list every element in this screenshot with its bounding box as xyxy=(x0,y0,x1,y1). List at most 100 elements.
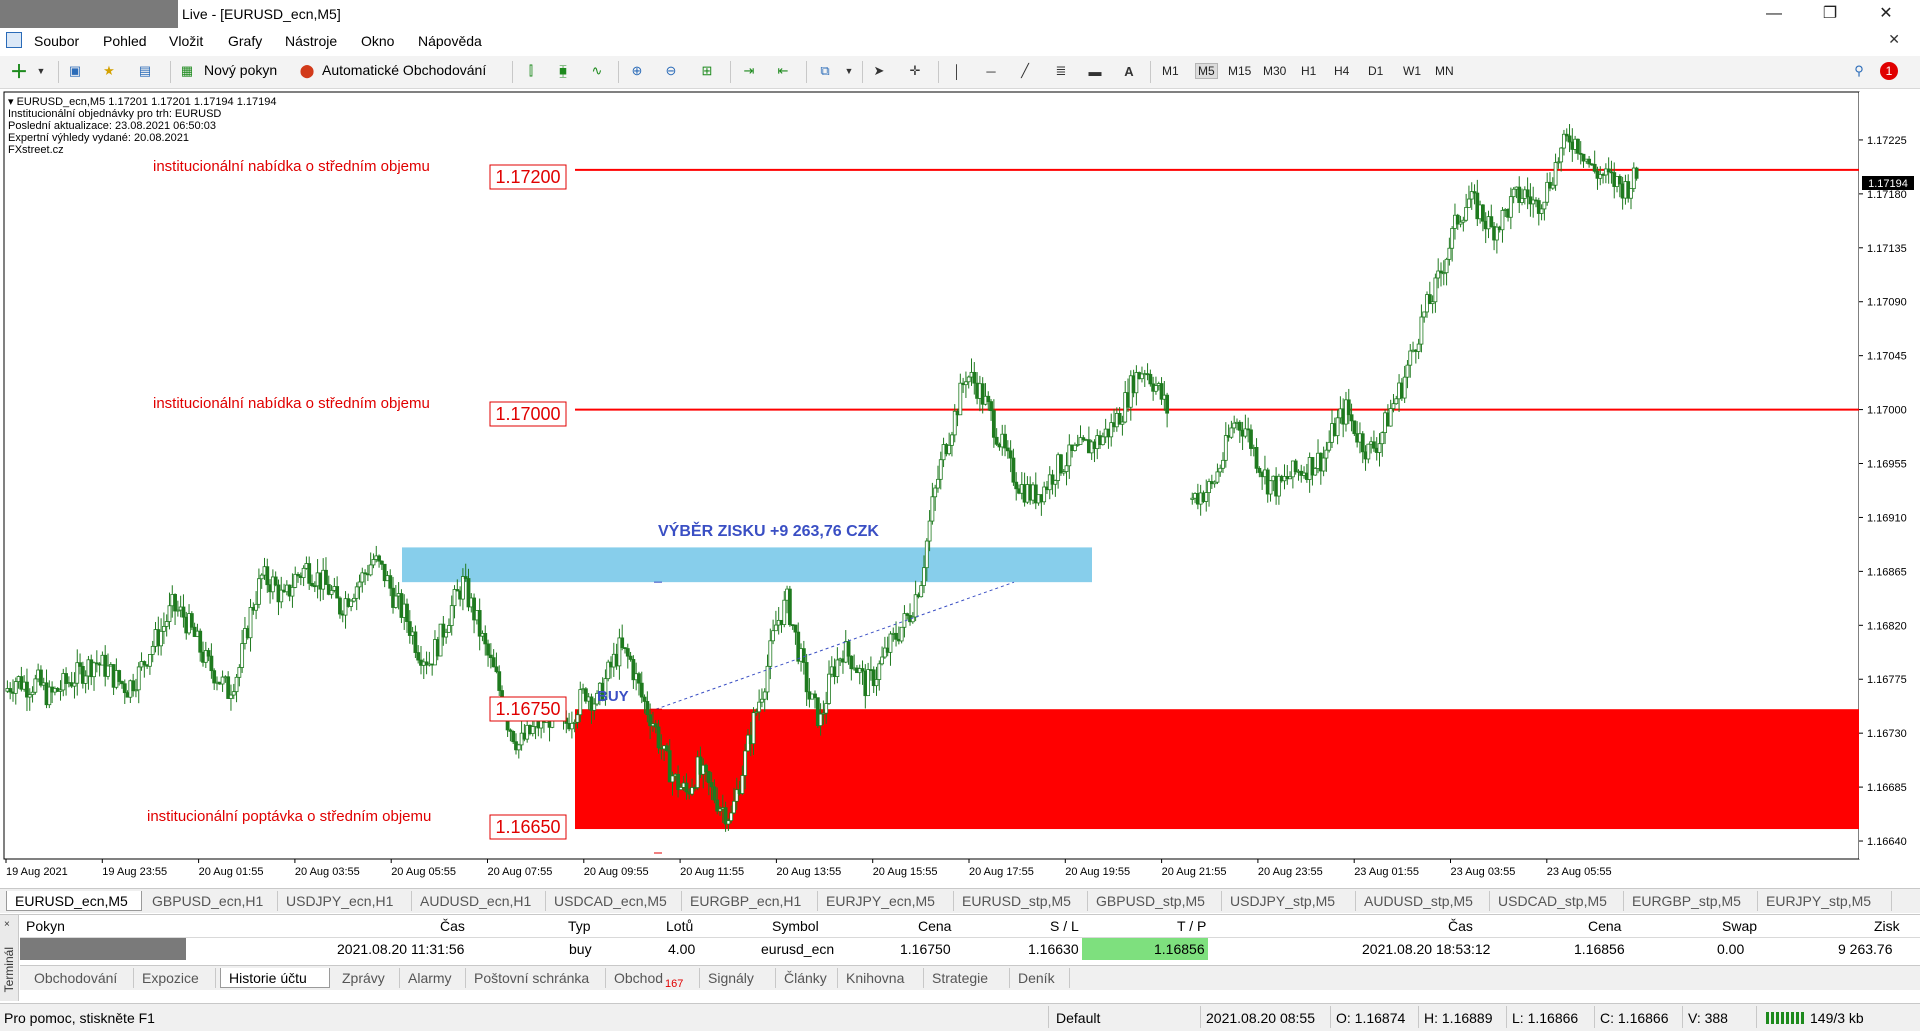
timeframe-h4[interactable]: H4 xyxy=(1334,64,1349,78)
collapse-triangle-icon[interactable]: ▾ xyxy=(8,96,17,108)
timeframe-m1[interactable]: M1 xyxy=(1162,64,1179,78)
tab-account-history[interactable]: Historie účtu xyxy=(220,968,330,988)
price-chart[interactable]: 1.17225 1.17180 1.17135 1.17090 1.17045 1.170… xyxy=(0,89,1920,885)
tab-journal[interactable]: Deník xyxy=(1010,968,1070,988)
chart-tab[interactable]: EURGBP_ecn,H1 xyxy=(682,891,818,911)
col-profit[interactable]: Zisk xyxy=(1874,918,1900,934)
col-time[interactable]: Čas xyxy=(440,918,465,934)
menu-file[interactable]: Soubor xyxy=(34,33,79,49)
col-lots[interactable]: Lotů xyxy=(666,918,693,934)
timeframe-m15[interactable]: M15 xyxy=(1228,64,1251,78)
candle-body xyxy=(1352,420,1357,435)
tab-signals[interactable]: Signály xyxy=(700,968,776,988)
horizontal-line-icon[interactable]: ─ xyxy=(980,60,1002,82)
menubar-close-icon[interactable]: ✕ xyxy=(1888,31,1900,48)
trendline-icon[interactable]: ╱ xyxy=(1014,60,1036,82)
menu-window[interactable]: Okno xyxy=(361,33,394,49)
chart-tab[interactable]: USDJPY_stp,M5 xyxy=(1222,891,1356,911)
notifications-icon[interactable]: 1 xyxy=(1878,60,1900,82)
market-watch-icon[interactable]: ▣ xyxy=(64,60,86,82)
menu-tools[interactable]: Nástroje xyxy=(285,33,337,49)
chart-tab[interactable]: AUDUSD_ecn,H1 xyxy=(412,891,546,911)
chart-tab[interactable]: GBPUSD_ecn,H1 xyxy=(144,891,278,911)
tab-articles[interactable]: Články xyxy=(776,968,838,988)
auto-scroll-icon[interactable]: ⇥ xyxy=(738,60,760,82)
col-close-time[interactable]: Čas xyxy=(1448,918,1473,934)
indicators-icon[interactable]: ⧉ xyxy=(814,60,836,82)
cursor-icon[interactable]: ➤ xyxy=(868,60,890,82)
timeframe-w1[interactable]: W1 xyxy=(1403,64,1421,78)
tab-trade[interactable]: Obchodování xyxy=(26,968,134,988)
new-chart-dropdown-icon[interactable]: ▼ xyxy=(30,60,52,82)
col-order[interactable]: Pokyn xyxy=(26,918,65,934)
restore-button[interactable]: ❐ xyxy=(1807,2,1853,26)
favorites-icon[interactable]: ★ xyxy=(98,60,120,82)
tab-mailbox[interactable]: Poštovní schránka xyxy=(466,968,606,988)
crosshair-icon[interactable]: ✛ xyxy=(904,60,926,82)
candlestick-icon[interactable]: ⧯ xyxy=(552,60,574,82)
chart-tab[interactable]: GBPUSD_stp,M5 xyxy=(1088,891,1222,911)
candle-body xyxy=(1559,147,1564,163)
menu-insert[interactable]: Vložit xyxy=(169,33,203,49)
col-tp[interactable]: T / P xyxy=(1177,918,1206,934)
chart-tab[interactable]: EURGBP_stp,M5 xyxy=(1624,891,1758,911)
new-chart-icon[interactable]: ＋ xyxy=(8,60,30,82)
chart-tab[interactable]: USDCAD_stp,M5 xyxy=(1490,891,1624,911)
shapes-icon[interactable]: ▬ xyxy=(1084,60,1106,82)
tab-alerts[interactable]: Alarmy xyxy=(400,968,466,988)
chart-tab[interactable]: AUDUSD_stp,M5 xyxy=(1356,891,1490,911)
candle-body xyxy=(13,681,18,694)
tile-windows-icon[interactable]: ⊞ xyxy=(696,60,718,82)
search-icon[interactable]: ⚲ xyxy=(1848,60,1870,82)
timeframe-d1[interactable]: D1 xyxy=(1368,64,1383,78)
new-order-button[interactable]: Nový pokyn xyxy=(204,62,277,78)
minimize-button[interactable]: — xyxy=(1751,2,1797,26)
close-button[interactable]: ✕ xyxy=(1863,2,1909,26)
bar-chart-icon[interactable]: ⫿ xyxy=(520,60,542,82)
table-row[interactable]: 2021.08.20 11:31:56 buy 4.00 eurusd_ecn … xyxy=(20,938,1920,960)
app-icon[interactable] xyxy=(6,32,22,48)
zoom-out-icon[interactable]: ⊖ xyxy=(660,60,682,82)
new-order-icon[interactable]: ▦ xyxy=(176,60,198,82)
tab-library[interactable]: Knihovna xyxy=(838,968,924,988)
chart-tab[interactable]: EURJPY_stp,M5 xyxy=(1758,891,1892,911)
chart-tab[interactable]: USDJPY_ecn,H1 xyxy=(278,891,412,911)
col-symbol[interactable]: Symbol xyxy=(772,918,819,934)
timeframe-mn[interactable]: MN xyxy=(1435,64,1454,78)
chart-tab[interactable]: USDCAD_ecn,M5 xyxy=(546,891,682,911)
menu-help[interactable]: Nápověda xyxy=(418,33,482,49)
zoom-in-icon[interactable]: ⊕ xyxy=(626,60,648,82)
tab-news[interactable]: Zprávy xyxy=(334,968,400,988)
tab-exposure[interactable]: Expozice xyxy=(134,968,216,988)
timeframe-m30[interactable]: M30 xyxy=(1263,64,1286,78)
menu-charts[interactable]: Grafy xyxy=(228,33,262,49)
timeframe-h1[interactable]: H1 xyxy=(1301,64,1316,78)
col-sl[interactable]: S / L xyxy=(1050,918,1079,934)
chart-shift-icon[interactable]: ⇤ xyxy=(772,60,794,82)
indicators-dropdown-icon[interactable]: ▼ xyxy=(838,60,860,82)
col-price[interactable]: Cena xyxy=(918,918,951,934)
col-swap[interactable]: Swap xyxy=(1722,918,1757,934)
vertical-line-icon[interactable]: │ xyxy=(946,60,968,82)
auto-trading-icon[interactable]: ⬤ xyxy=(296,60,318,82)
channel-icon[interactable]: ≣ xyxy=(1050,60,1072,82)
col-type[interactable]: Typ xyxy=(568,918,591,934)
chart-tab[interactable]: EURUSD_stp,M5 xyxy=(954,891,1088,911)
tab-strategies[interactable]: Strategie xyxy=(924,968,1010,988)
col-close-price[interactable]: Cena xyxy=(1588,918,1621,934)
connection-bars-icon[interactable] xyxy=(1766,1012,1804,1024)
candle-body xyxy=(966,376,971,383)
chart-tab[interactable]: EURUSD_ecn,M5 xyxy=(6,891,142,911)
chart-tab[interactable]: EURJPY_ecn,M5 xyxy=(818,891,954,911)
navigator-icon[interactable]: ▤ xyxy=(134,60,156,82)
chart-window[interactable]: 1.17225 1.17180 1.17135 1.17090 1.17045 1.170… xyxy=(0,89,1920,885)
text-icon[interactable]: A xyxy=(1118,60,1140,82)
menu-view[interactable]: Pohled xyxy=(103,33,147,49)
tab-market[interactable]: Obchod 167 xyxy=(606,968,700,990)
timeframe-m5[interactable]: M5 xyxy=(1195,63,1218,79)
status-profile[interactable]: Default xyxy=(1056,1010,1100,1026)
terminal-close-icon[interactable]: × xyxy=(4,919,10,930)
auto-trading-button[interactable]: Automatické Obchodování xyxy=(322,62,486,78)
line-chart-icon[interactable]: ∿ xyxy=(586,60,608,82)
candle-body xyxy=(206,650,211,657)
